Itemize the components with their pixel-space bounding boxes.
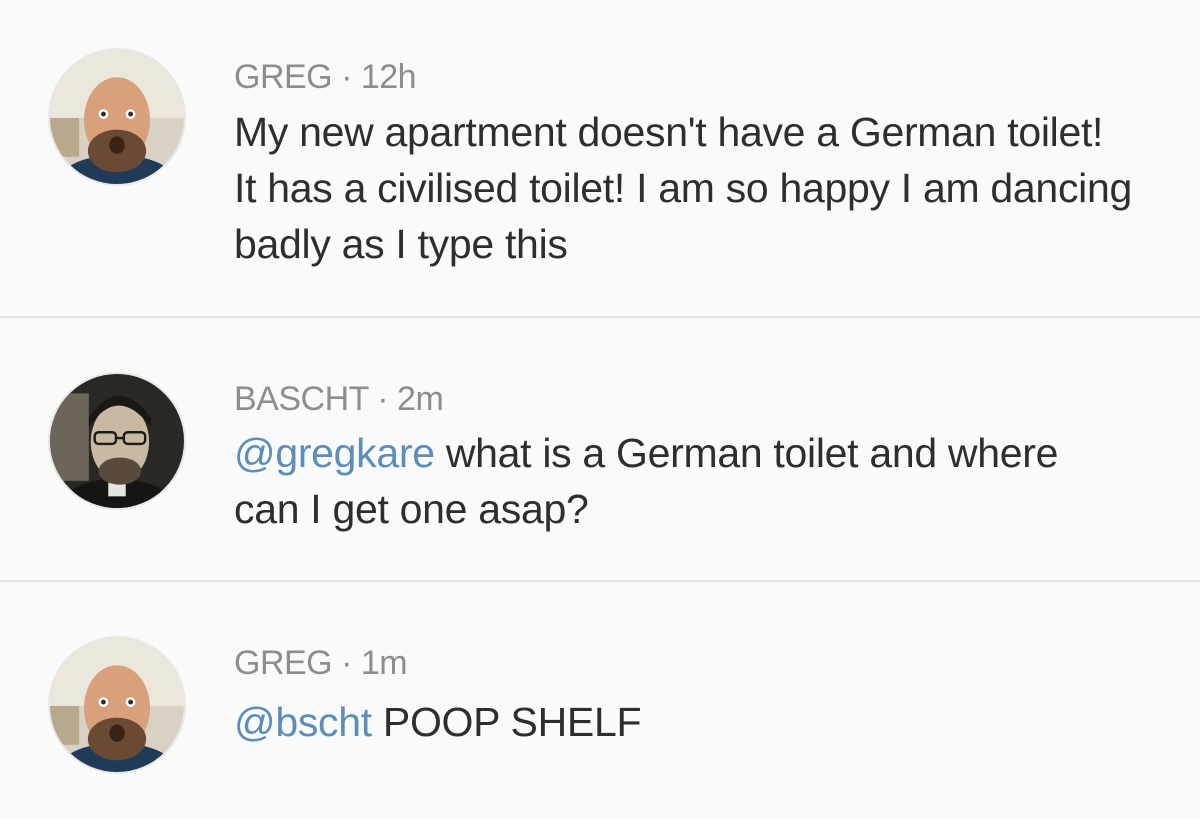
tweet-item[interactable]: BASCHT · 2m @gregkare what is a German t… bbox=[0, 320, 1200, 582]
tweet-feed: GREG · 12h My new apartment doesn't have… bbox=[0, 0, 1200, 819]
mention-link[interactable]: @gregkare bbox=[234, 430, 435, 476]
tweet-text: @gregkare what is a German toilet and wh… bbox=[234, 425, 1134, 537]
mention-link[interactable]: @bscht bbox=[234, 699, 372, 745]
tweet-time[interactable]: 2m bbox=[397, 380, 444, 418]
tweet-meta: GREG · 12h bbox=[234, 58, 417, 97]
meta-separator: · bbox=[341, 58, 352, 96]
meta-separator: · bbox=[341, 644, 352, 682]
meta-separator: · bbox=[377, 380, 389, 418]
avatar-greg[interactable] bbox=[48, 48, 186, 186]
tweet-author[interactable]: GREG bbox=[234, 58, 333, 96]
avatar-greg-image bbox=[50, 638, 184, 772]
tweet-text: My new apartment doesn't have a German t… bbox=[234, 104, 1134, 272]
avatar-bascht-image bbox=[50, 374, 184, 508]
tweet-time[interactable]: 1m bbox=[361, 644, 408, 682]
tweet-item[interactable]: GREG · 12h My new apartment doesn't have… bbox=[0, 0, 1200, 318]
tweet-item[interactable]: GREG · 1m @bscht POOP SHELF bbox=[0, 584, 1200, 819]
tweet-meta: BASCHT · 2m bbox=[234, 380, 444, 419]
tweet-body: POOP SHELF bbox=[371, 699, 642, 745]
tweet-body: My new apartment doesn't have a German t… bbox=[234, 109, 1132, 267]
avatar-greg[interactable] bbox=[48, 636, 186, 774]
tweet-meta: GREG · 1m bbox=[234, 644, 408, 683]
tweet-author[interactable]: BASCHT bbox=[234, 380, 369, 418]
avatar-greg-image bbox=[50, 50, 184, 184]
avatar-bascht[interactable] bbox=[48, 372, 186, 510]
tweet-author[interactable]: GREG bbox=[234, 644, 333, 682]
tweet-text: @bscht POOP SHELF bbox=[234, 694, 1134, 750]
tweet-time[interactable]: 12h bbox=[361, 58, 417, 96]
